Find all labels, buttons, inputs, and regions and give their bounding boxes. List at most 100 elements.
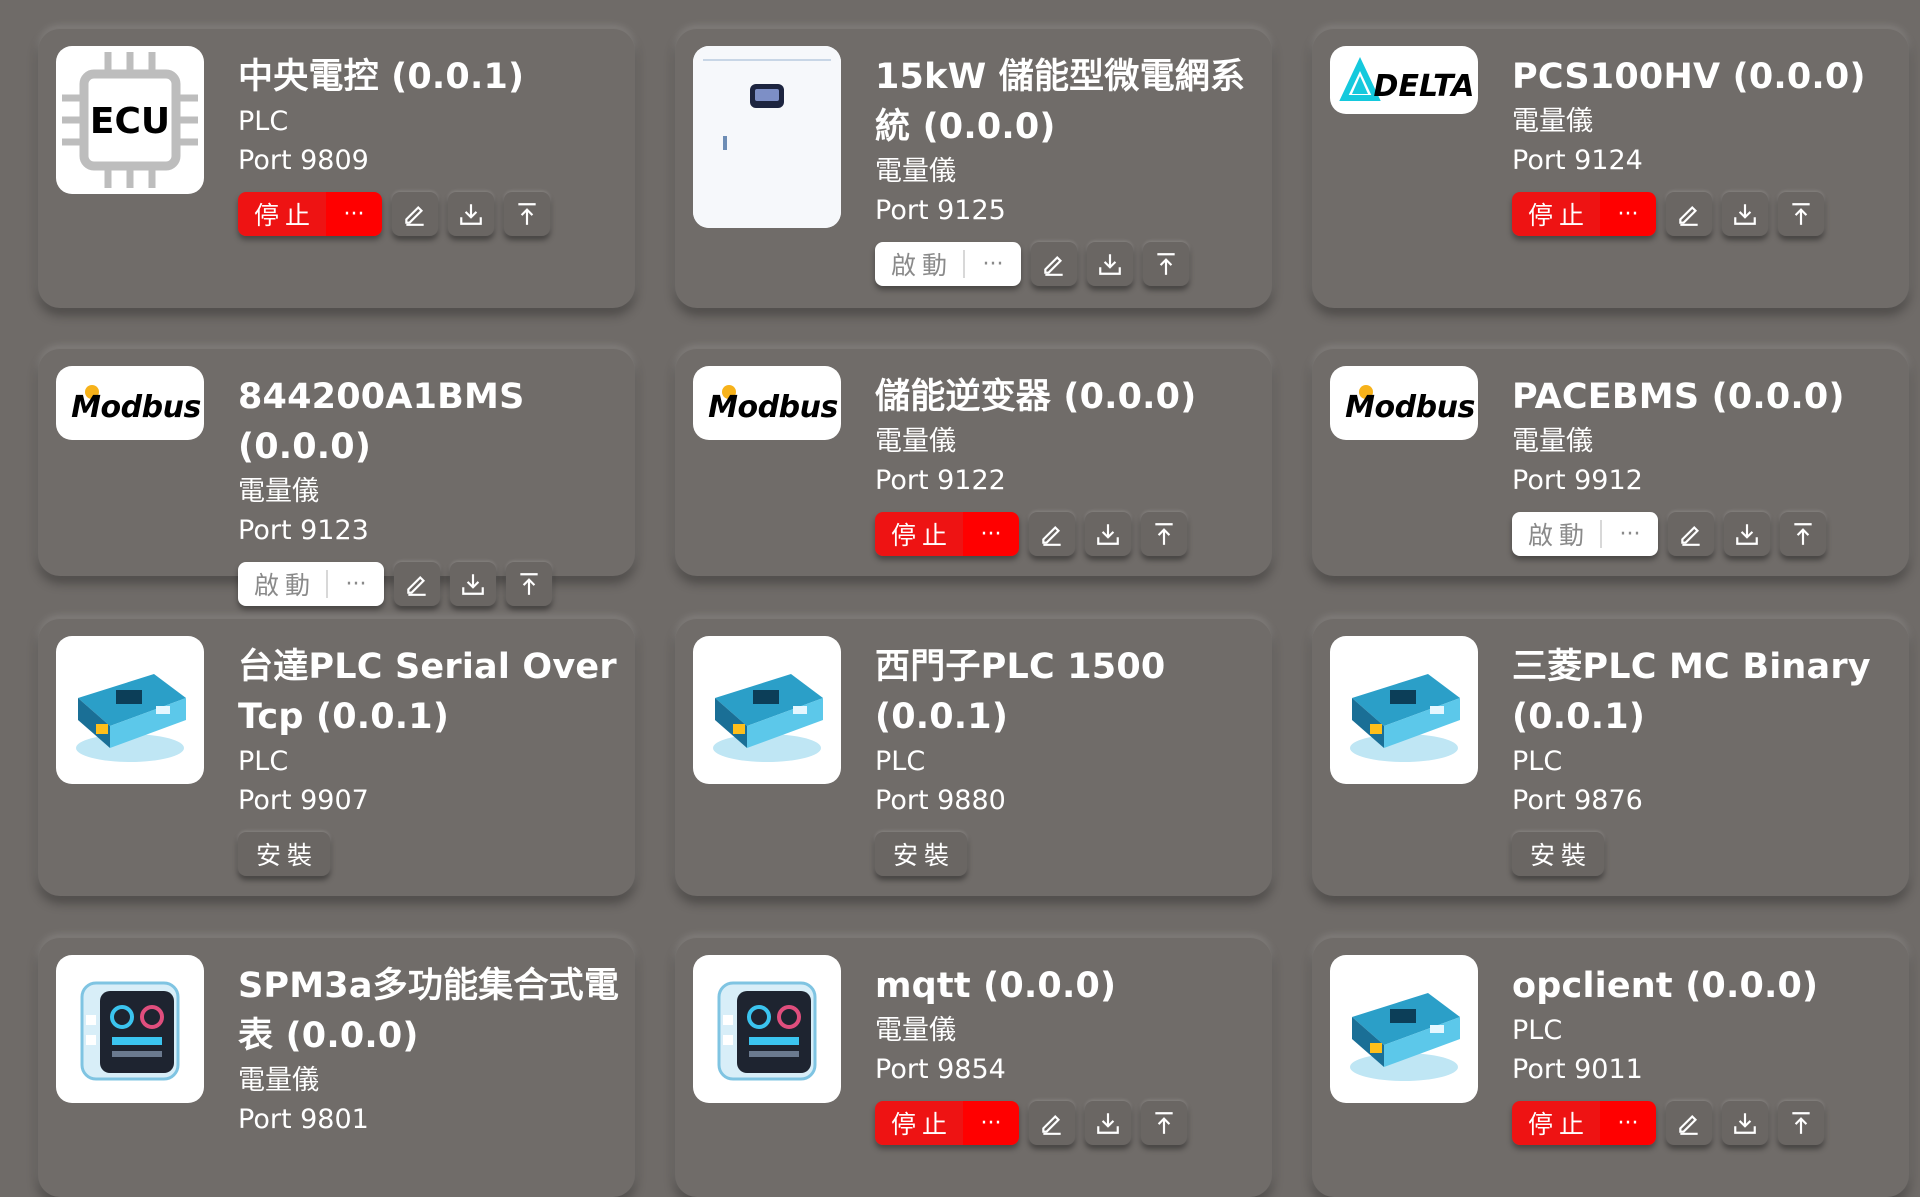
device-port: Port 9801 (238, 1104, 369, 1135)
device-card[interactable]: opclient (0.0.0) PLC Port 9011 停止 ··· (1312, 937, 1909, 1197)
device-port: Port 9907 (238, 785, 369, 816)
device-card[interactable]: mqtt (0.0.0) 電量儀 Port 9854 停止 ··· (675, 937, 1272, 1197)
device-thumbnail (1330, 636, 1478, 784)
device-port: Port 9876 (1512, 785, 1643, 816)
edit-button[interactable] (1031, 242, 1077, 286)
edit-button[interactable] (392, 192, 438, 236)
edit-button[interactable] (1668, 512, 1714, 556)
edit-icon (1681, 525, 1700, 546)
more-button[interactable]: ··· (963, 250, 1021, 278)
download-button[interactable] (1085, 512, 1131, 556)
download-icon (1734, 204, 1756, 225)
device-thumbnail (693, 46, 841, 228)
stop-button[interactable]: 停止 (1512, 1101, 1600, 1145)
download-button[interactable] (1087, 242, 1133, 286)
device-type: PLC (875, 746, 926, 777)
modbus-logo-icon: Modbus (1345, 385, 1475, 425)
download-button[interactable] (1724, 512, 1770, 556)
download-icon (462, 574, 484, 595)
device-card[interactable]: 三菱PLC MC Binary (0.0.1) PLC Port 9876 安裝 (1312, 618, 1909, 896)
modbus-logo-icon: Modbus (708, 385, 838, 425)
device-title: 中央電控 (0.0.1) (238, 57, 525, 97)
upload-icon (520, 573, 538, 595)
more-button[interactable]: ··· (1600, 520, 1658, 548)
more-button[interactable]: ··· (963, 512, 1019, 556)
device-type: 電量儀 (875, 1015, 956, 1046)
download-icon (1099, 254, 1121, 275)
more-button[interactable]: ··· (326, 570, 384, 598)
device-card[interactable]: 西門子PLC 1500 (0.0.1) PLC Port 9880 安裝 (675, 618, 1272, 896)
download-icon (1097, 524, 1119, 545)
device-title: 西門子PLC 1500 (0.0.1) (875, 647, 1166, 737)
device-card[interactable]: SPM3a多功能集合式電表 (0.0.0) 電量儀 Port 9801 (38, 937, 635, 1197)
upload-button[interactable] (1778, 1101, 1824, 1145)
stop-split-button: 停止 ··· (875, 512, 1019, 556)
start-button[interactable]: 啟動 (875, 242, 963, 286)
stop-button[interactable]: 停止 (875, 1101, 963, 1145)
device-card[interactable]: 15kW 儲能型微電網系統 (0.0.0) 電量儀 Port 9125 啟動 ·… (675, 28, 1272, 308)
stop-button[interactable]: 停止 (1512, 192, 1600, 236)
device-title: mqtt (0.0.0) (875, 966, 1117, 1006)
edit-button[interactable] (394, 562, 440, 606)
device-card[interactable]: 台達PLC Serial Over Tcp (0.0.1) PLC Port 9… (38, 618, 635, 896)
download-button[interactable] (1085, 1101, 1131, 1145)
more-button[interactable]: ··· (326, 192, 382, 236)
stop-button[interactable]: 停止 (875, 512, 963, 556)
device-thumbnail (693, 636, 841, 784)
device-thumbnail (693, 955, 841, 1103)
upload-button[interactable] (1143, 242, 1189, 286)
edit-button[interactable] (1029, 1101, 1075, 1145)
edit-icon (1679, 1114, 1698, 1135)
upload-button[interactable] (1141, 512, 1187, 556)
start-button[interactable]: 啟動 (1512, 512, 1600, 556)
edit-button[interactable] (1666, 192, 1712, 236)
install-button[interactable]: 安裝 (1512, 832, 1604, 876)
edit-button[interactable] (1666, 1101, 1712, 1145)
device-title: opclient (0.0.0) (1512, 966, 1819, 1006)
more-button[interactable]: ··· (1600, 192, 1656, 236)
download-button[interactable] (1722, 1101, 1768, 1145)
upload-icon (1794, 523, 1812, 545)
edit-button[interactable] (1029, 512, 1075, 556)
device-type: 電量儀 (238, 1065, 319, 1096)
upload-button[interactable] (1141, 1101, 1187, 1145)
upload-button[interactable] (504, 192, 550, 236)
device-title: SPM3a多功能集合式電表 (0.0.0) (238, 966, 620, 1056)
delta-logo-text: DELTA (1374, 69, 1475, 104)
more-button[interactable]: ··· (1600, 1101, 1656, 1145)
device-title: 844200A1BMS (0.0.0) (238, 377, 525, 467)
start-button[interactable]: 啟動 (238, 562, 326, 606)
device-card[interactable]: DELTA PCS100HV (0.0.0) 電量儀 Port 9124 停止 … (1312, 28, 1909, 308)
device-card[interactable]: Modbus 儲能逆变器 (0.0.0) 電量儀 Port 9122 停止 ··… (675, 348, 1272, 576)
plc-board-icon (1350, 993, 1460, 1081)
download-button[interactable] (1722, 192, 1768, 236)
install-button[interactable]: 安裝 (875, 832, 967, 876)
modbus-logo-icon: Modbus (71, 385, 201, 425)
download-button[interactable] (450, 562, 496, 606)
upload-button[interactable] (1778, 192, 1824, 236)
device-type: 電量儀 (875, 426, 956, 457)
device-title: 三菱PLC MC Binary (0.0.1) (1512, 647, 1871, 737)
stop-button[interactable]: 停止 (238, 192, 326, 236)
device-card[interactable]: ECU 中央電控 (0.0.1) PLC Port 9809 停止 ··· (38, 28, 635, 308)
device-card[interactable]: Modbus 844200A1BMS (0.0.0) 電量儀 Port 9123… (38, 348, 635, 606)
device-type: PLC (1512, 1015, 1563, 1046)
device-thumbnail (56, 636, 204, 784)
edit-icon (407, 575, 426, 596)
device-port: Port 9011 (1512, 1054, 1643, 1085)
device-port: Port 9809 (238, 145, 369, 176)
install-button[interactable]: 安裝 (238, 832, 330, 876)
download-button[interactable] (448, 192, 494, 236)
device-card[interactable]: Modbus PACEBMS (0.0.0) 電量儀 Port 9912 啟動 … (1312, 348, 1909, 576)
device-type: PLC (1512, 746, 1563, 777)
more-button[interactable]: ··· (963, 1101, 1019, 1145)
stop-split-button: 停止 ··· (875, 1101, 1019, 1145)
edit-icon (405, 205, 424, 226)
device-type: 電量儀 (1512, 426, 1593, 457)
device-thumbnail: Modbus (693, 366, 841, 440)
device-thumbnail: Modbus (56, 366, 204, 440)
device-thumbnail: Modbus (1330, 366, 1478, 440)
device-type: 電量儀 (875, 156, 956, 187)
upload-button[interactable] (506, 562, 552, 606)
upload-button[interactable] (1780, 512, 1826, 556)
